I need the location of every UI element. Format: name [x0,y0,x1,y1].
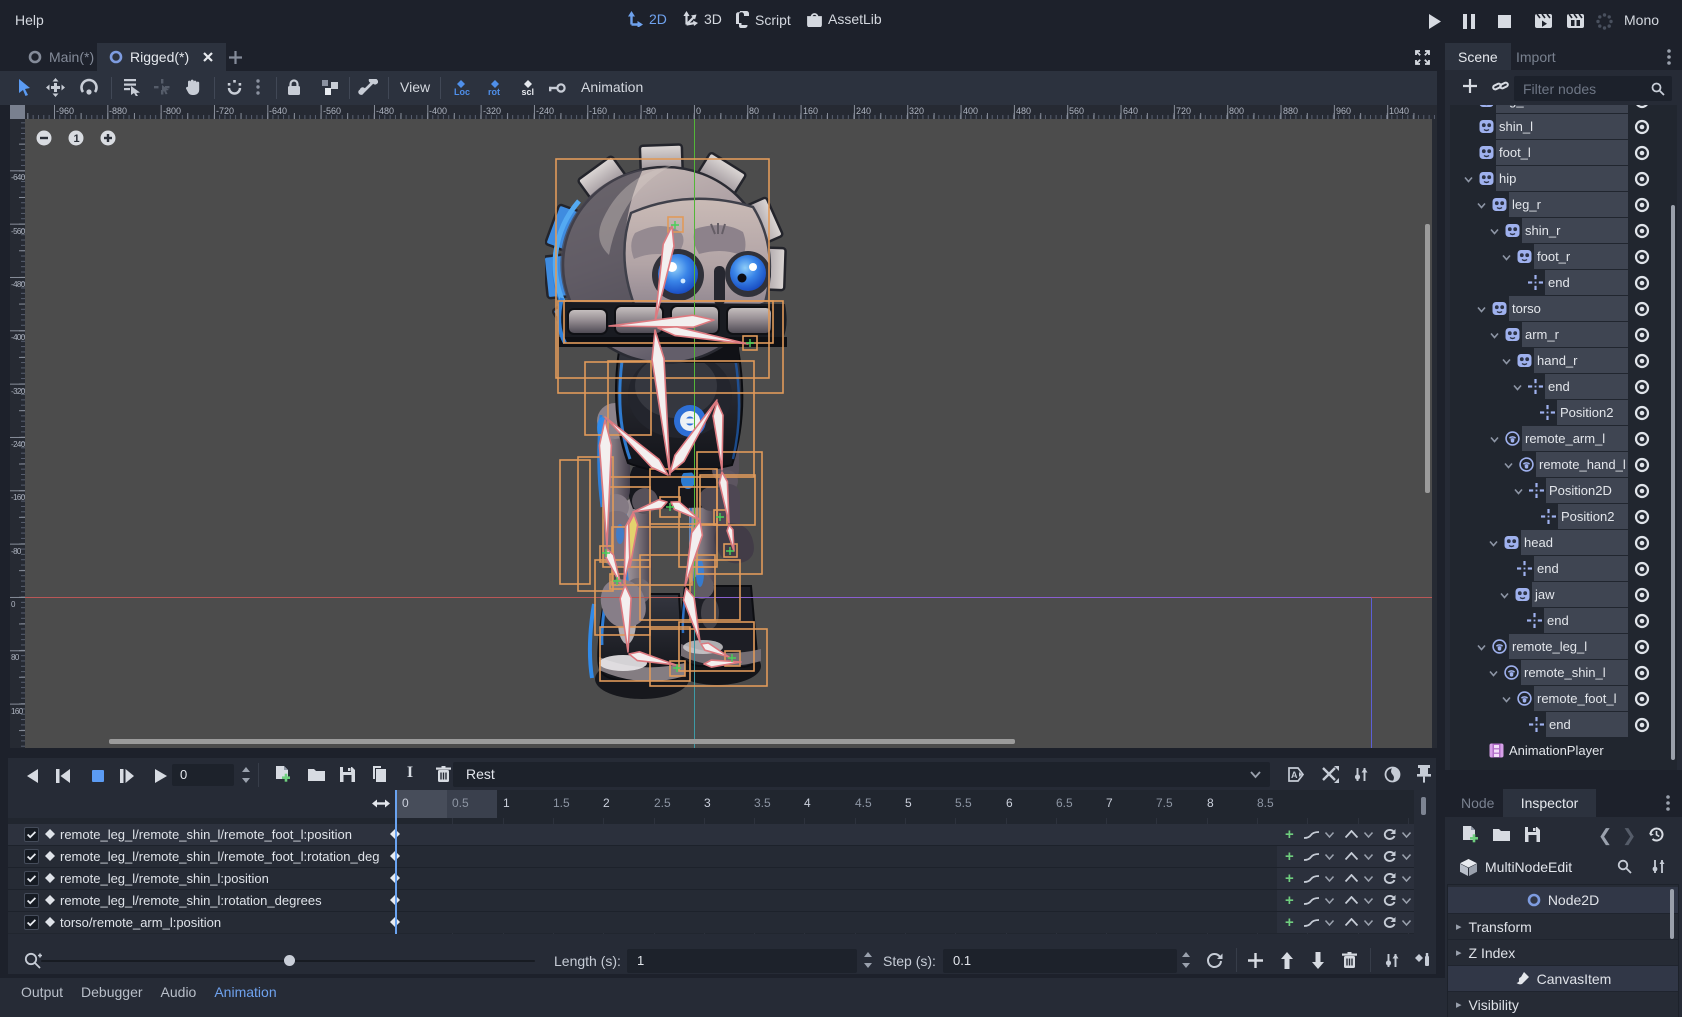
svg-text:1: 1 [74,133,80,145]
svg-text:scl: scl [522,87,535,97]
svg-text:A: A [1291,770,1298,780]
svg-text:Loc: Loc [454,87,470,97]
svg-text:rot: rot [488,87,500,97]
